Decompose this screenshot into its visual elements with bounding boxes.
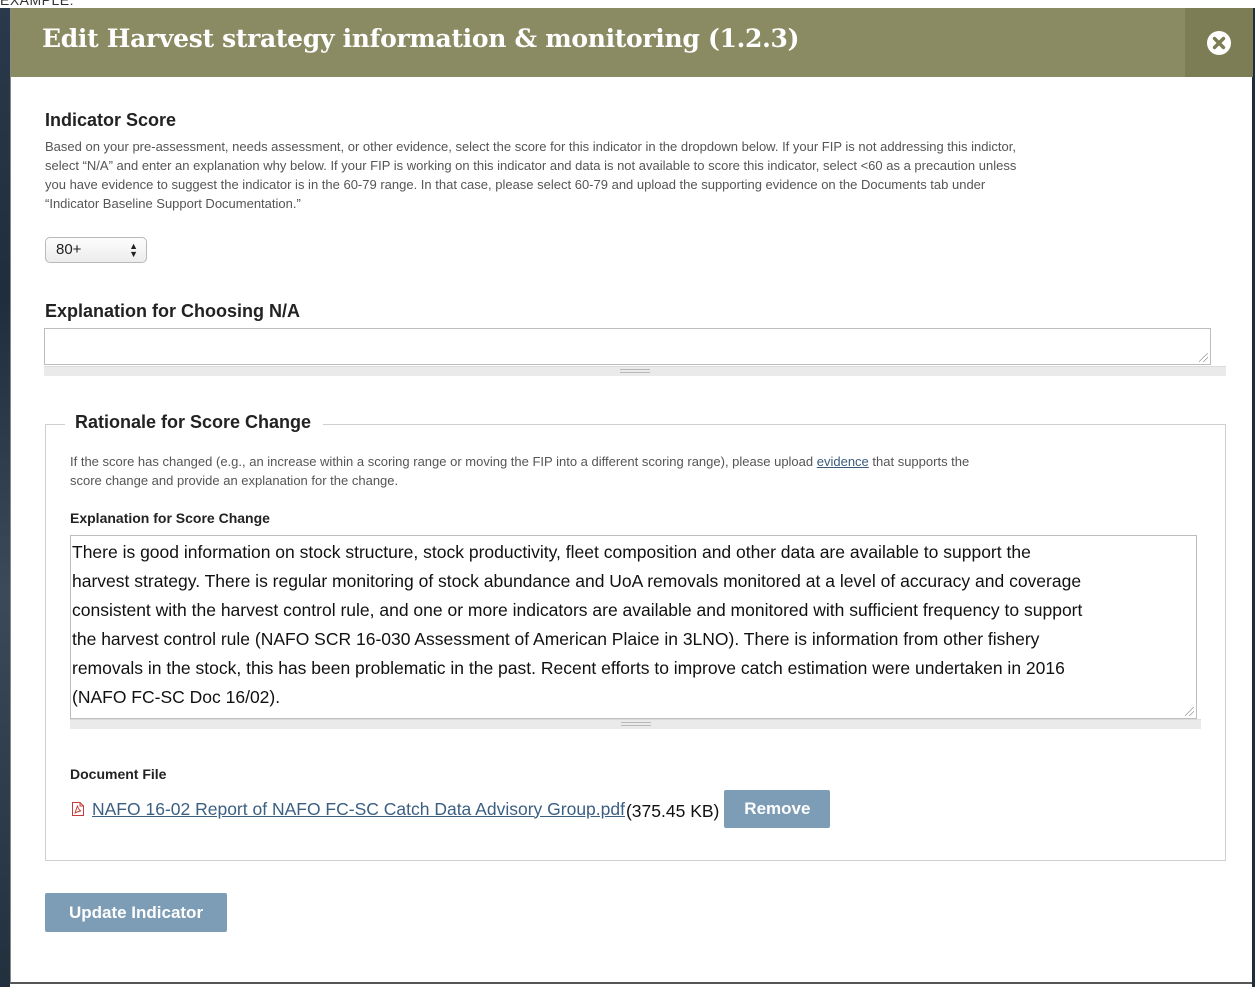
modal-header: Edit Harvest strategy information & moni… xyxy=(11,8,1253,77)
score-change-label: Explanation for Score Change xyxy=(70,510,270,526)
score-change-text-line: (NAFO FC-SC Doc 16/02). xyxy=(72,687,281,707)
score-change-textarea[interactable]: There is good information on stock struc… xyxy=(70,535,1197,719)
indicator-score-help-line: “Indicator Baseline Support Documentatio… xyxy=(45,196,301,211)
score-change-text-line: the harvest control rule (NAFO SCR 16-03… xyxy=(72,629,1040,649)
rationale-help-line2: score change and provide an explanation … xyxy=(70,473,399,488)
close-circle-icon[interactable] xyxy=(1206,30,1232,56)
score-change-text-line: consistent with the harvest control rule… xyxy=(72,600,1083,620)
select-updown-icon: ▲ ▼ xyxy=(129,241,138,259)
document-size: (375.45 KB) xyxy=(625,800,720,821)
page-backdrop-left xyxy=(0,0,10,987)
rationale-legend: Rationale for Score Change xyxy=(65,412,324,433)
modal-title: Edit Harvest strategy information & moni… xyxy=(42,24,800,53)
score-change-text-line: harvest strategy. There is regular monit… xyxy=(72,571,1082,591)
resize-grip-icon[interactable] xyxy=(1185,707,1194,716)
score-select-value: 80+ xyxy=(56,241,82,258)
rationale-help-line1: If the score has changed (e.g., an incre… xyxy=(70,452,1210,471)
score-select[interactable]: 80+ ▲ ▼ xyxy=(45,237,147,263)
resize-grip-icon[interactable] xyxy=(1199,353,1208,362)
evidence-link[interactable]: evidence xyxy=(817,454,869,469)
rationale-help: If the score has changed (e.g., an incre… xyxy=(70,452,1210,490)
rationale-help-text: If the score has changed (e.g., an incre… xyxy=(70,454,817,469)
score-change-text-line: removals in the stock, this has been pro… xyxy=(72,658,1065,678)
document-row: NAFO 16-02 Report of NAFO FC-SC Catch Da… xyxy=(72,790,831,828)
pdf-icon xyxy=(72,802,84,816)
document-file-label: Document File xyxy=(70,766,167,782)
remove-document-button[interactable]: Remove xyxy=(724,790,831,828)
textarea-resize-bar[interactable] xyxy=(70,719,1201,729)
grip-lines-icon xyxy=(620,722,651,726)
close-button[interactable] xyxy=(1185,8,1253,77)
indicator-score-help-line: Based on your pre-assessment, needs asse… xyxy=(45,139,1016,154)
explanation-na-heading: Explanation for Choosing N/A xyxy=(45,301,300,321)
explanation-na-textarea[interactable] xyxy=(44,328,1211,365)
indicator-score-help: Based on your pre-assessment, needs asse… xyxy=(45,137,1235,213)
textarea-resize-bar[interactable] xyxy=(44,366,1226,376)
document-link[interactable]: NAFO 16-02 Report of NAFO FC-SC Catch Da… xyxy=(92,799,625,820)
update-indicator-button[interactable]: Update Indicator xyxy=(45,893,227,932)
indicator-score-help-line: select “N/A” and enter an explanation wh… xyxy=(45,158,1017,173)
top-strip-text: EXAMPLE: xyxy=(0,0,75,8)
score-change-text-line: There is good information on stock struc… xyxy=(72,542,1031,562)
indicator-score-heading: Indicator Score xyxy=(45,110,177,130)
rationale-help-text: that supports the xyxy=(868,454,970,469)
grip-lines-icon xyxy=(620,369,650,373)
indicator-score-help-line: you have evidence to suggest the indicat… xyxy=(45,177,986,192)
top-strip: EXAMPLE: xyxy=(0,0,1255,8)
